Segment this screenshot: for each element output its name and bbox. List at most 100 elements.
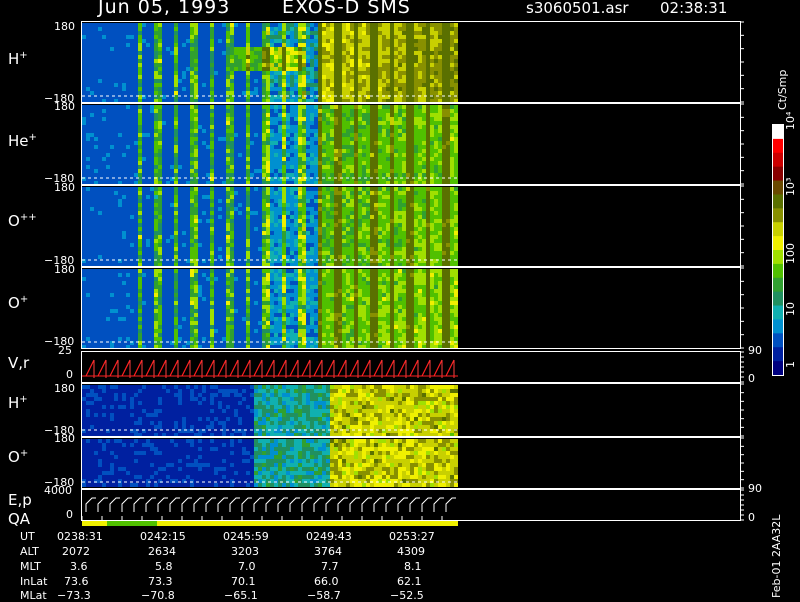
spectrogram-cell [354,137,358,141]
spectrogram-cell [302,247,306,251]
spectrogram-cell [338,67,342,71]
spectrogram-cell [254,235,258,239]
spectrogram-cell [178,207,182,211]
spectrogram-cell [418,63,422,67]
spectrogram-cell [442,153,446,157]
spectrogram-cell [398,149,402,153]
spectrogram-cell [358,47,362,51]
spectrogram-cell [222,235,226,239]
spectrogram-cell [210,39,214,43]
spectrogram-cell [326,113,330,117]
spectrogram-cell [346,67,350,71]
spectrogram-cell [262,223,266,227]
spectrogram-cell [210,235,214,239]
spectrogram-cell [202,121,206,125]
spectrogram-cell [330,71,334,75]
spectrogram-cell [282,231,286,235]
spectrogram-cell [378,23,382,27]
spectrogram-cell [174,195,178,199]
spectrogram-cell [290,243,294,247]
spectrogram-cell [226,215,230,219]
spectrogram-cell [130,43,134,47]
spectrogram-cell [106,113,110,117]
spectrogram-cell [126,161,130,165]
spectrogram-cell [150,195,154,199]
spectrogram-cell [102,235,106,239]
spectrogram-cell [410,117,414,121]
spectrogram-cell [146,71,150,75]
spectrogram-cell [218,117,222,121]
spectrogram-cell [414,145,418,149]
spectrogram-cell [114,121,118,125]
spectrogram-cell [378,109,382,113]
spectrogram-cell [198,109,202,113]
spectrogram-cell [278,199,282,203]
spectrogram-cell [126,211,130,215]
spectrogram-cell [166,187,170,191]
spectrogram-cell [94,223,98,227]
spectrogram-cell [90,55,94,59]
spectrogram-cell [114,113,118,117]
spectrogram-cell [106,125,110,129]
spectrogram-cell [206,51,210,55]
spectrogram-cell [198,105,202,109]
spectrogram-cell [246,211,250,215]
spectrogram-cell [446,153,450,157]
spectrogram-cell [314,255,318,259]
spectrogram-cell [434,87,438,91]
spectrogram-cell [162,63,166,67]
spectrogram-cell [230,211,234,215]
spectrogram-cell [82,211,86,215]
spectrogram-cell [114,247,118,251]
spectrogram-cell [346,149,350,153]
spectrogram-cell [158,199,162,203]
spectrogram-cell [210,207,214,211]
spectrogram-cell [134,191,138,195]
spectrogram-cell [254,83,258,87]
spectrogram-cell [130,75,134,79]
spectrogram-cell [358,149,362,153]
spectrogram-cell [94,23,98,27]
spectrogram-cell [102,231,106,235]
spectrogram-cell [178,211,182,215]
spectrogram-cell [178,141,182,145]
spectrogram-cell [430,55,434,59]
spectrogram-cell [210,145,214,149]
spectrogram-cell [266,71,270,75]
spectrogram-cell [282,27,286,31]
spectrogram-cell [138,129,142,133]
spectrogram-cell [138,83,142,87]
spectrogram-cell [174,39,178,43]
spectrogram-cell [270,211,274,215]
spectrogram-cell [114,137,118,141]
spectrogram-cell [262,129,266,133]
spectrogram-cell [126,63,130,67]
spectrogram-cell [446,161,450,165]
spectrogram-cell [250,169,254,173]
spectrogram-cell [346,169,350,173]
spectrogram-cell [166,219,170,223]
spectrogram-cell [134,109,138,113]
spectrogram-cell [238,191,242,195]
spectrogram-cell [306,199,310,203]
spectrogram-cell [362,137,366,141]
spectrogram-cell [394,63,398,67]
spectrogram-cell [302,195,306,199]
spectrogram-cell [238,211,242,215]
spectrogram-cell [86,79,90,83]
spectrogram-cell [446,169,450,173]
spectrogram-cell [274,47,278,51]
spectrogram-cell [334,51,338,55]
spectrogram-cell [154,243,158,247]
spectrogram-cell [406,35,410,39]
spectrogram-cell [202,125,206,129]
spectrogram-cell [238,91,242,95]
spectrogram-cell [126,215,130,219]
spectrogram-cell [222,121,226,125]
spectrogram-cell [210,79,214,83]
spectrogram-cell [274,63,278,67]
spectrogram-cell [254,165,258,169]
spectrogram-cell [130,141,134,145]
spectrogram-cell [190,169,194,173]
spectrogram-cell [190,125,194,129]
